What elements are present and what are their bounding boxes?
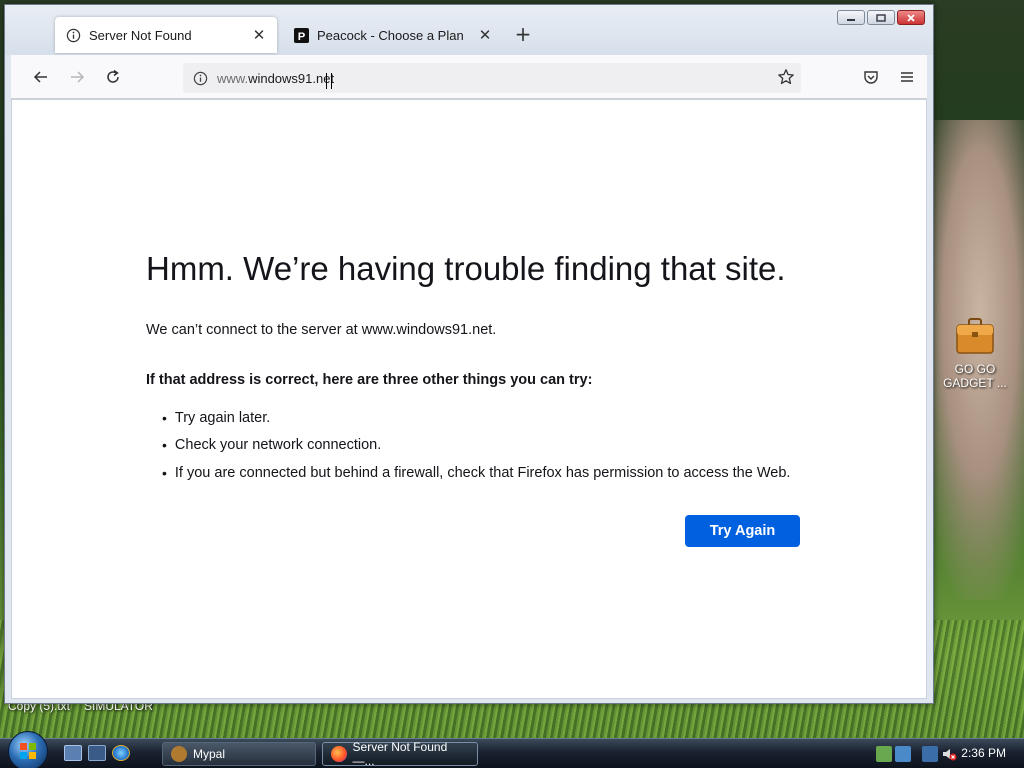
taskbar: Mypal Server Not Found —... 2:36 PM — [0, 731, 1024, 768]
tab-label: Peacock - Choose a Plan — [317, 27, 464, 43]
tray-app-icon[interactable] — [876, 746, 892, 762]
window-controls — [837, 10, 925, 25]
tab-peacock[interactable]: P Peacock - Choose a Plan ✕ — [283, 17, 503, 53]
error-subtitle: If that address is correct, here are thr… — [146, 372, 593, 388]
close-tab-icon[interactable]: ✕ — [477, 26, 493, 44]
site-info-icon[interactable] — [185, 71, 215, 86]
close-window-button[interactable] — [897, 10, 925, 25]
taskbar-button-firefox[interactable]: Server Not Found —... — [322, 740, 478, 768]
close-tab-icon[interactable]: ✕ — [251, 26, 267, 44]
back-arrow-icon[interactable] — [29, 65, 53, 89]
switch-windows-icon[interactable] — [88, 745, 106, 761]
url-prefix: www. — [217, 70, 249, 86]
taskbar-button-mypal[interactable]: Mypal — [162, 742, 316, 766]
forward-arrow-icon[interactable] — [65, 65, 89, 89]
tray-network-icon[interactable] — [895, 746, 911, 762]
minimize-button[interactable] — [837, 10, 865, 25]
info-icon — [65, 27, 81, 43]
desktop-icon-label-line1: GO GO — [954, 362, 996, 376]
tray-monitor-icon[interactable] — [922, 746, 938, 762]
start-button[interactable] — [8, 731, 48, 768]
suggestion-list: Try again later. Check your network conn… — [162, 404, 791, 487]
reload-icon[interactable] — [101, 65, 125, 89]
list-item: Check your network connection. — [162, 432, 790, 460]
list-item: If you are connected but behind a firewa… — [162, 459, 791, 487]
maximize-button[interactable] — [867, 10, 895, 25]
desktop-icon-label-line2: GADGET ... — [943, 376, 1007, 390]
taskbar-button-label: Mypal — [193, 747, 226, 761]
hamburger-menu-icon[interactable] — [895, 65, 919, 89]
list-item: Try again later. — [162, 404, 790, 432]
text-cursor-icon — [326, 73, 332, 89]
navigation-toolbar: www.windows91.net — [11, 55, 927, 99]
taskbar-button-label: Server Not Found —... — [352, 740, 448, 768]
url-domain: windows91.net — [248, 70, 335, 86]
desktop-icon-gadget[interactable]: GO GO GADGET ... — [940, 316, 1010, 390]
tab-label: Server Not Found — [89, 27, 192, 43]
show-desktop-icon[interactable] — [64, 745, 82, 761]
new-tab-plus-icon[interactable]: + — [513, 24, 533, 45]
firefox-icon — [331, 746, 347, 762]
title-bar: Server Not Found ✕ P Peacock - Choose a … — [5, 5, 933, 55]
mypal-icon — [171, 746, 187, 762]
browser-window: Server Not Found ✕ P Peacock - Choose a … — [4, 4, 934, 704]
error-title: Hmm. We’re having trouble finding that s… — [146, 250, 786, 287]
page-content: Hmm. We’re having trouble finding that s… — [11, 99, 927, 699]
star-icon[interactable] — [777, 68, 795, 89]
internet-explorer-icon[interactable] — [112, 745, 130, 761]
windows-logo-icon — [20, 743, 36, 759]
clock[interactable]: 2:36 PM — [961, 746, 1006, 760]
peacock-icon: P — [293, 27, 309, 43]
briefcase-icon — [955, 316, 995, 356]
pocket-icon[interactable] — [859, 65, 883, 89]
url-text[interactable]: www.windows91.net — [217, 71, 334, 86]
tab-server-not-found[interactable]: Server Not Found ✕ — [55, 17, 277, 53]
volume-muted-icon[interactable] — [941, 746, 957, 762]
error-description: We can’t connect to the server at www.wi… — [146, 322, 497, 338]
url-bar[interactable]: www.windows91.net — [183, 63, 801, 93]
svg-text:P: P — [297, 31, 305, 43]
try-again-button[interactable]: Try Again — [685, 515, 800, 547]
